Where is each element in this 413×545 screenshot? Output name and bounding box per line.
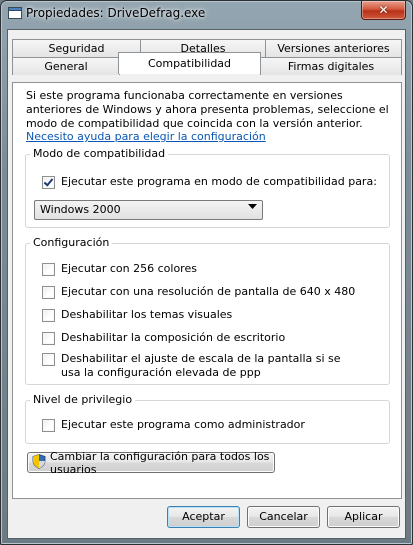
- option-row[interactable]: Ejecutar con una resolución de pantalla …: [42, 285, 355, 299]
- option-256-colors-checkbox[interactable]: [42, 263, 55, 276]
- option-row[interactable]: Ejecutar con 256 colores: [42, 262, 197, 276]
- option-row[interactable]: Deshabilitar los temas visuales: [42, 308, 232, 322]
- help-link[interactable]: Necesito ayuda para elegir la configurac…: [26, 130, 266, 143]
- tab-compatibilidad[interactable]: Compatibilidad: [118, 52, 261, 74]
- dialog-client-area: Seguridad Detalles Versiones anteriores …: [7, 29, 406, 539]
- settings-title: Configuración: [30, 236, 113, 250]
- privilege-title: Nivel de privilegio: [30, 393, 136, 407]
- run-as-admin-checkbox[interactable]: [42, 419, 55, 432]
- tab-panel-compatibilidad: Si este programa funcionaba correctament…: [12, 82, 402, 499]
- os-version-select[interactable]: Windows 2000: [34, 200, 263, 220]
- apply-button[interactable]: Aplicar: [327, 506, 400, 528]
- option-label: Ejecutar con 256 colores: [61, 262, 197, 275]
- uac-shield-icon: [32, 453, 46, 472]
- change-all-users-label: Cambiar la configuración para todos los …: [50, 449, 270, 476]
- privilege-row[interactable]: Ejecutar este programa como administrado…: [42, 418, 305, 432]
- os-version-value: Windows 2000: [40, 203, 121, 216]
- close-button[interactable]: ✕: [361, 1, 406, 20]
- compat-mode-group: Modo de compatibilidad Ejecutar este pro…: [25, 147, 390, 228]
- compat-mode-title: Modo de compatibilidad: [30, 147, 169, 161]
- option-640x480-checkbox[interactable]: [42, 286, 55, 299]
- privilege-group: Nivel de privilegio Ejecutar este progra…: [25, 393, 390, 444]
- option-label: Deshabilitar los temas visuales: [61, 308, 233, 321]
- option-dpi-scaling-checkbox[interactable]: [42, 353, 55, 366]
- change-all-users-button[interactable]: Cambiar la configuración para todos los …: [27, 449, 275, 476]
- close-icon: ✕: [378, 3, 389, 17]
- run-as-admin-label: Ejecutar este programa como administrado…: [61, 418, 305, 431]
- option-visual-themes-checkbox[interactable]: [42, 309, 55, 322]
- option-desktop-composition-checkbox[interactable]: [42, 332, 55, 345]
- compat-mode-checkbox-row[interactable]: Ejecutar este programa en modo de compat…: [42, 175, 377, 189]
- option-label: Ejecutar con una resolución de pantalla …: [61, 285, 356, 298]
- accept-button[interactable]: Aceptar: [167, 506, 240, 528]
- intro-text: Si este programa funcionaba correctament…: [26, 89, 389, 130]
- option-label: Deshabilitar el ajuste de escala de la p…: [61, 352, 341, 379]
- settings-group: Configuración Ejecutar con 256 colores E…: [25, 236, 390, 385]
- compat-mode-label: Ejecutar este programa en modo de compat…: [61, 175, 377, 188]
- tab-general[interactable]: General: [12, 57, 120, 75]
- cancel-button[interactable]: Cancelar: [247, 506, 320, 528]
- tab-firmas-digitales[interactable]: Firmas digitales: [260, 57, 402, 75]
- application-window-icon: [8, 6, 22, 20]
- option-row[interactable]: Deshabilitar la composición de escritori…: [42, 331, 285, 345]
- option-row[interactable]: Deshabilitar el ajuste de escala de la p…: [42, 352, 362, 380]
- compat-mode-checkbox[interactable]: [42, 176, 55, 189]
- chevron-down-icon: [248, 203, 257, 213]
- tab-versiones-anteriores[interactable]: Versiones anteriores: [265, 39, 402, 57]
- title-bar[interactable]: Propiedades: DriveDefrag.exe ✕: [0, 0, 413, 28]
- window-title: Propiedades: DriveDefrag.exe: [26, 6, 206, 20]
- option-label: Deshabilitar la composición de escritori…: [61, 331, 286, 344]
